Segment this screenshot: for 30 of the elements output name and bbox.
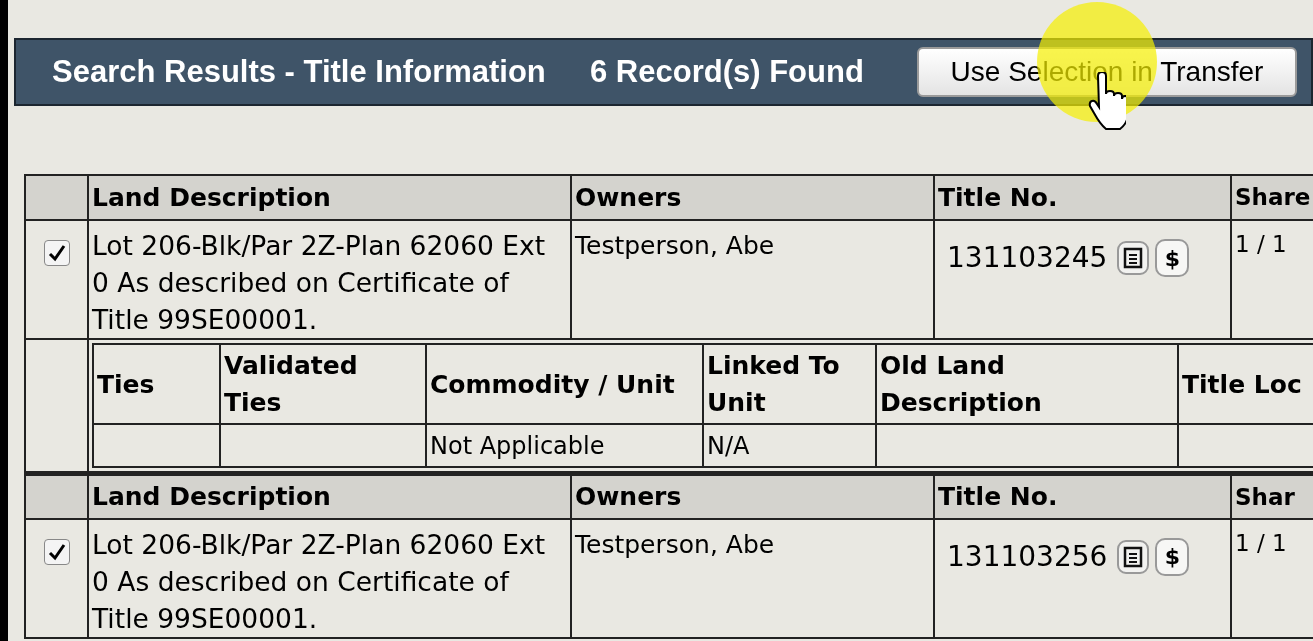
row-checkbox[interactable] [43,538,70,565]
title-number: 131103245 [947,240,1108,276]
column-header: Validated Ties [220,344,426,424]
column-header: Title Loc [1178,344,1313,424]
table-cell: Testperson, Abe [571,220,934,339]
column-header: Land Description [88,175,571,220]
column-header: Commodity / Unit [426,344,703,424]
column-header: Title No. [934,473,1231,519]
results-title: Search Results - Title Information [52,52,547,91]
title-number: 131103256 [947,538,1108,575]
table-cell: Lot 206-Blk/Par 2Z-Plan 62060 Ext 0 As described on Certificate of Title 99SE00001. [88,220,571,339]
table-cell: Lot 206-Blk/Par 2Z-Plan 62060 Ext 0 As described on Certificate of Title 99SE00001. [88,518,571,638]
table-cell: Testperson, Abe [571,518,934,638]
column-header: Owners [571,473,934,519]
table-cell: N/A [703,424,876,467]
price-button[interactable]: $ [1155,537,1190,576]
column-header: Title No. [934,175,1231,220]
column-header: Share [1231,175,1313,220]
record-count: 6 Record(s) Found [590,52,865,91]
price-button[interactable]: $ [1155,239,1190,277]
column-header: Ties [93,344,220,424]
table-cell: Not Applicable [426,424,703,467]
row-checkbox[interactable] [43,240,70,266]
column-header: Old Land Description [876,344,1178,424]
column-header: Shar [1231,473,1313,519]
notes-icon[interactable] [1117,241,1150,275]
notes-icon[interactable] [1117,539,1150,574]
column-header: Owners [571,175,934,220]
column-header: Land Description [88,473,571,519]
column-header: Linked To Unit [703,344,876,424]
